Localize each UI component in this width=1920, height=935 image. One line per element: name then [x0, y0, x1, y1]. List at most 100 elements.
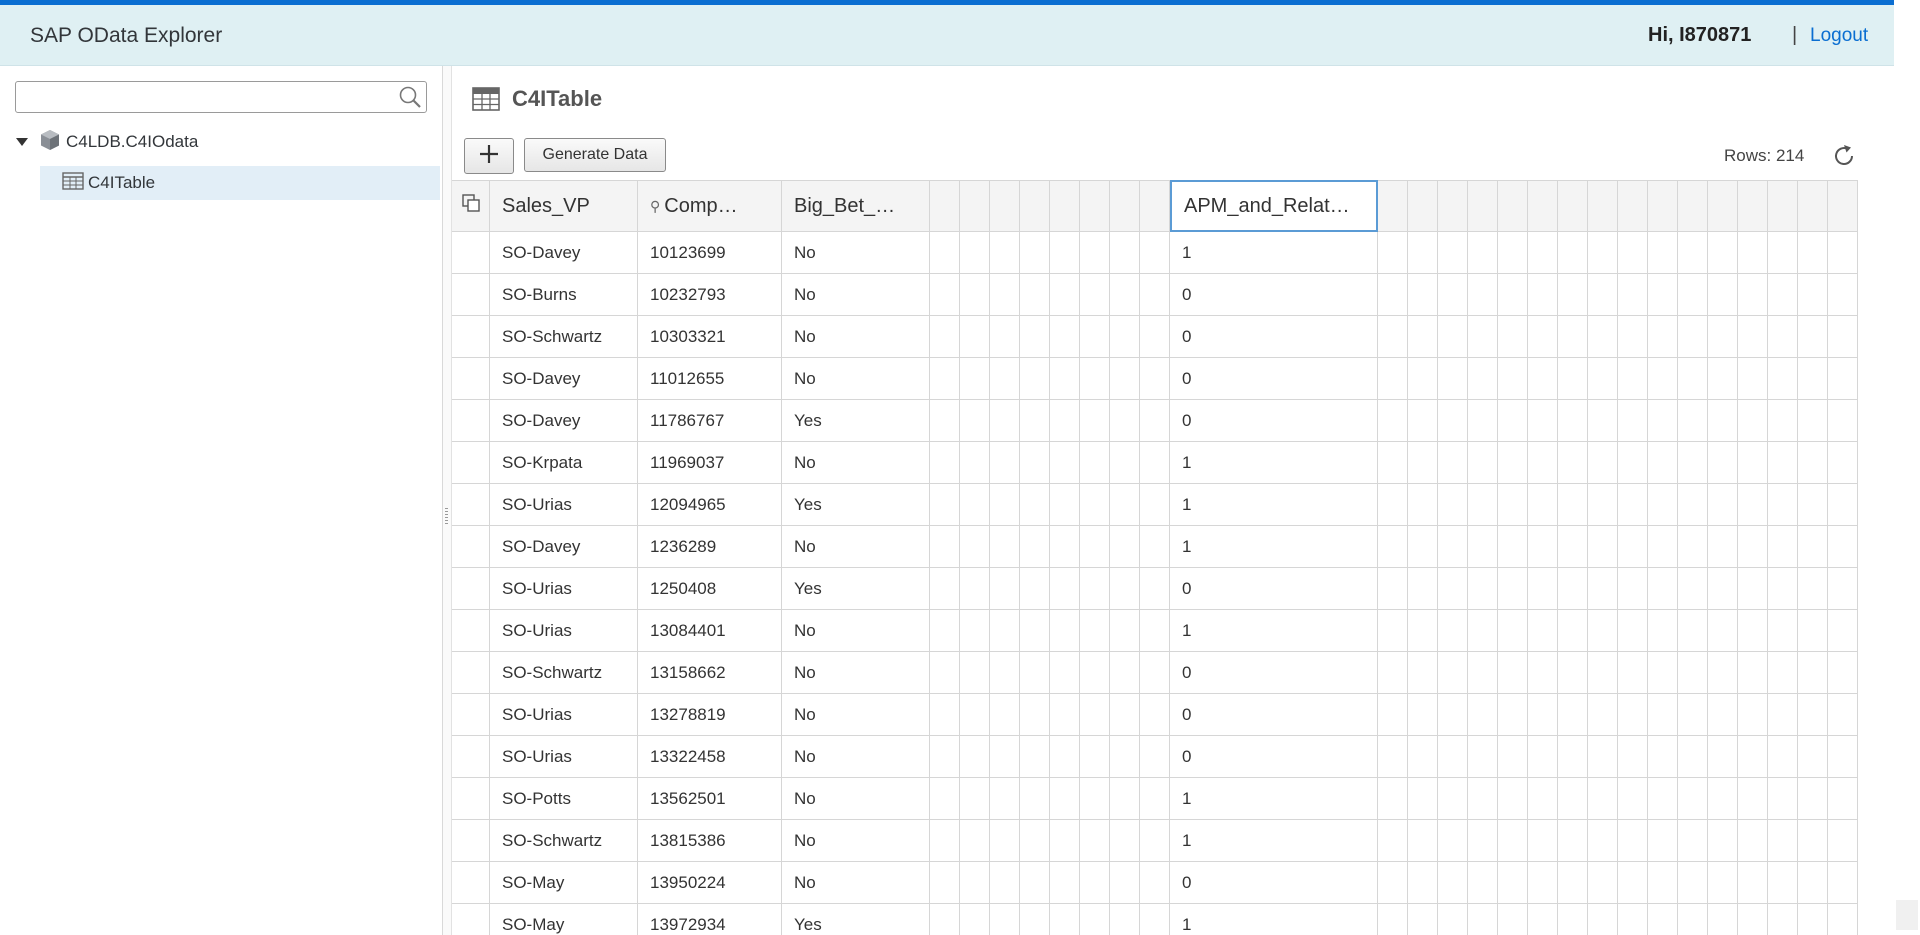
column-header[interactable]: [1020, 180, 1050, 232]
table-cell[interactable]: [1528, 736, 1558, 778]
table-cell[interactable]: [1708, 652, 1738, 694]
table-cell[interactable]: [1618, 484, 1648, 526]
table-cell[interactable]: [1798, 526, 1828, 568]
table-cell[interactable]: [1618, 736, 1648, 778]
table-cell[interactable]: [1498, 568, 1528, 610]
table-cell[interactable]: SO-Krpata: [490, 442, 638, 484]
column-header[interactable]: [1738, 180, 1768, 232]
row-header[interactable]: [452, 694, 490, 736]
column-header[interactable]: [1050, 180, 1080, 232]
table-cell[interactable]: 0: [1170, 316, 1378, 358]
table-cell[interactable]: [1378, 652, 1408, 694]
table-cell[interactable]: [1498, 358, 1528, 400]
table-cell[interactable]: [1438, 442, 1468, 484]
table-cell[interactable]: [1768, 694, 1798, 736]
table-cell[interactable]: [1558, 232, 1588, 274]
table-cell[interactable]: 0: [1170, 568, 1378, 610]
table-cell[interactable]: [990, 694, 1020, 736]
table-cell[interactable]: [1738, 358, 1768, 400]
table-cell[interactable]: [1768, 232, 1798, 274]
row-header[interactable]: [452, 820, 490, 862]
table-cell[interactable]: [1140, 484, 1170, 526]
table-cell[interactable]: [990, 484, 1020, 526]
table-cell[interactable]: [930, 316, 960, 358]
table-cell[interactable]: [1588, 316, 1618, 358]
table-cell[interactable]: No: [782, 358, 930, 400]
table-cell[interactable]: [1080, 610, 1110, 652]
table-cell[interactable]: [1408, 904, 1438, 935]
table-cell[interactable]: [1618, 358, 1648, 400]
table-cell[interactable]: 13815386: [638, 820, 782, 862]
table-cell[interactable]: [1708, 862, 1738, 904]
table-cell[interactable]: [1378, 568, 1408, 610]
table-cell[interactable]: [930, 358, 960, 400]
table-cell[interactable]: [1588, 610, 1618, 652]
table-cell[interactable]: [1020, 568, 1050, 610]
table-cell[interactable]: [930, 442, 960, 484]
table-cell[interactable]: [1468, 358, 1498, 400]
column-header[interactable]: [1110, 180, 1140, 232]
table-cell[interactable]: [1378, 862, 1408, 904]
column-header[interactable]: [1558, 180, 1588, 232]
table-cell[interactable]: [1678, 442, 1708, 484]
table-cell[interactable]: [1768, 820, 1798, 862]
table-cell[interactable]: 1: [1170, 526, 1378, 568]
table-cell[interactable]: [1708, 610, 1738, 652]
table-cell[interactable]: [1080, 568, 1110, 610]
table-cell[interactable]: [1080, 862, 1110, 904]
table-cell[interactable]: No: [782, 694, 930, 736]
table-cell[interactable]: [1618, 820, 1648, 862]
table-cell[interactable]: [1020, 904, 1050, 935]
table-cell[interactable]: [1378, 904, 1408, 935]
table-cell[interactable]: [1828, 232, 1858, 274]
table-cell[interactable]: [1080, 442, 1110, 484]
table-cell[interactable]: [960, 484, 990, 526]
table-cell[interactable]: [1678, 400, 1708, 442]
table-cell[interactable]: [1588, 694, 1618, 736]
table-cell[interactable]: [1528, 652, 1558, 694]
table-cell[interactable]: SO-Urias: [490, 610, 638, 652]
table-cell[interactable]: [1678, 820, 1708, 862]
table-cell[interactable]: [1468, 442, 1498, 484]
table-cell[interactable]: [1828, 484, 1858, 526]
column-header[interactable]: [1498, 180, 1528, 232]
table-cell[interactable]: [960, 820, 990, 862]
table-cell[interactable]: [990, 568, 1020, 610]
table-cell[interactable]: [1528, 358, 1558, 400]
table-cell[interactable]: [1020, 442, 1050, 484]
table-cell[interactable]: [1738, 652, 1768, 694]
table-cell[interactable]: 11786767: [638, 400, 782, 442]
table-cell[interactable]: [1080, 316, 1110, 358]
table-cell[interactable]: [1678, 358, 1708, 400]
table-cell[interactable]: [1378, 778, 1408, 820]
table-cell[interactable]: [1378, 484, 1408, 526]
table-cell[interactable]: [1648, 316, 1678, 358]
table-cell[interactable]: [1438, 484, 1468, 526]
table-cell[interactable]: [1558, 862, 1588, 904]
table-cell[interactable]: [1438, 652, 1468, 694]
table-cell[interactable]: [990, 526, 1020, 568]
table-cell[interactable]: [1080, 400, 1110, 442]
table-cell[interactable]: [960, 274, 990, 316]
table-cell[interactable]: [1378, 400, 1408, 442]
table-cell[interactable]: [1678, 610, 1708, 652]
table-cell[interactable]: [1498, 610, 1528, 652]
table-cell[interactable]: [1050, 652, 1080, 694]
copy-icon[interactable]: [461, 193, 481, 219]
table-cell[interactable]: [1468, 232, 1498, 274]
table-cell[interactable]: [1050, 274, 1080, 316]
table-cell[interactable]: [1768, 442, 1798, 484]
table-cell[interactable]: [1110, 568, 1140, 610]
column-header[interactable]: [1528, 180, 1558, 232]
table-cell[interactable]: [1140, 652, 1170, 694]
table-cell[interactable]: [1528, 274, 1558, 316]
table-cell[interactable]: No: [782, 274, 930, 316]
table-cell[interactable]: [1828, 316, 1858, 358]
table-cell[interactable]: SO-Davey: [490, 526, 638, 568]
table-cell[interactable]: [1768, 862, 1798, 904]
table-cell[interactable]: [1140, 736, 1170, 778]
table-cell[interactable]: [1020, 232, 1050, 274]
table-cell[interactable]: [1080, 694, 1110, 736]
table-cell[interactable]: [1438, 400, 1468, 442]
table-cell[interactable]: [1050, 694, 1080, 736]
